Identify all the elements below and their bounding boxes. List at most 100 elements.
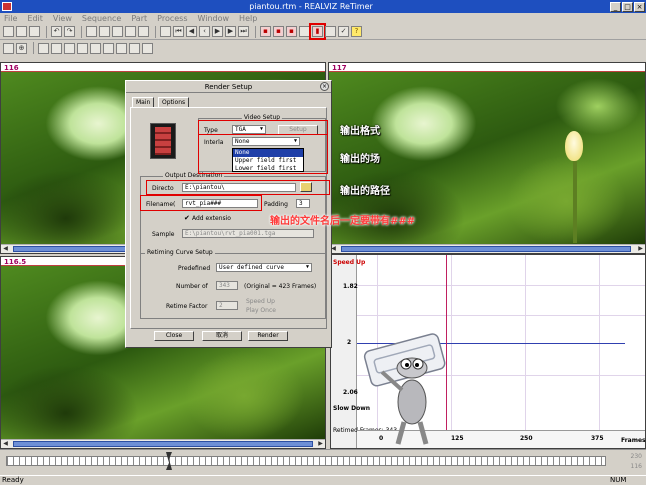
- predefined-label: Predefined: [178, 265, 211, 272]
- minimize-button[interactable]: _: [610, 1, 621, 12]
- checkmark-icon[interactable]: ✓: [338, 26, 349, 37]
- frame-bar: 117: [329, 63, 645, 72]
- frame-number: 116: [4, 64, 19, 72]
- mascot-illustration: [363, 333, 446, 445]
- scroll-thumb[interactable]: [13, 441, 313, 447]
- motion-estimate-icon[interactable]: ▪: [260, 26, 271, 37]
- x-axis-label: Frames: [621, 437, 646, 444]
- menu-window[interactable]: Window: [198, 14, 230, 23]
- x-tick: 250: [520, 435, 533, 442]
- view-d-icon[interactable]: [77, 42, 88, 54]
- single-view-icon[interactable]: [86, 26, 97, 37]
- menu-sequence[interactable]: Sequence: [82, 14, 121, 23]
- view-b-icon[interactable]: [51, 42, 62, 54]
- close-button[interactable]: Close: [154, 331, 194, 341]
- open-folder-icon[interactable]: [16, 26, 27, 37]
- table-icon[interactable]: [160, 26, 171, 37]
- prev-frame-icon[interactable]: ◀: [186, 26, 197, 37]
- batch-icon[interactable]: [325, 26, 336, 37]
- lotus-stem: [573, 158, 577, 243]
- crosshair-tool-icon[interactable]: ⊕: [16, 42, 27, 54]
- triple-view-icon[interactable]: [112, 26, 123, 37]
- play-once-option[interactable]: Play Once: [246, 307, 276, 314]
- sample-path: E:\piantou\rvt_pia001.tga: [182, 229, 314, 238]
- number-of-frames-label: Number of: [176, 283, 208, 290]
- undo-icon[interactable]: ↶: [51, 26, 62, 37]
- scroll-left-icon[interactable]: ◀: [1, 440, 10, 448]
- horizontal-scrollbar[interactable]: ◀ ▶: [329, 244, 645, 253]
- dialog-close-icon[interactable]: ×: [320, 82, 329, 91]
- speed-up-label: Speed Up: [333, 259, 366, 266]
- process-icon[interactable]: [299, 26, 310, 37]
- cancel-button[interactable]: 取消: [202, 331, 242, 341]
- sample-label: Sample: [152, 231, 175, 238]
- annotation-filename-note: 输出的文件名后一定要带有###: [270, 216, 416, 227]
- menu-edit[interactable]: Edit: [27, 14, 43, 23]
- render-button[interactable]: Render: [248, 331, 288, 341]
- dialog-title: Render Setup: [126, 81, 331, 93]
- menu-view[interactable]: View: [53, 14, 72, 23]
- directory-highlight-box: [146, 180, 330, 195]
- menu-help[interactable]: Help: [239, 14, 257, 23]
- view-f-icon[interactable]: [103, 42, 114, 54]
- toolbar-separator: [33, 42, 34, 54]
- view-g-icon[interactable]: [116, 42, 127, 54]
- add-extension-label: Add extensio: [192, 215, 231, 222]
- annotation-output-field: 输出的场: [340, 154, 380, 165]
- view-i-icon[interactable]: [142, 42, 153, 54]
- scroll-right-icon[interactable]: ▶: [316, 440, 325, 448]
- frame-number: 116.5: [4, 258, 27, 266]
- add-extension-checkbox[interactable]: ✔: [184, 214, 190, 222]
- predefined-value: User defined curve: [219, 264, 285, 271]
- maximize-button[interactable]: □: [622, 1, 633, 12]
- split-view-icon[interactable]: [99, 26, 110, 37]
- status-bar: Ready NUM: [0, 475, 646, 485]
- y-tick: 2: [347, 339, 352, 346]
- next-frame-icon[interactable]: ▶: [225, 26, 236, 37]
- menu-file[interactable]: File: [4, 14, 17, 23]
- toolbar-separator: [81, 25, 82, 38]
- step-back-icon[interactable]: ‹: [199, 26, 210, 37]
- toolbar-separator: [255, 25, 256, 38]
- timeline-ruler[interactable]: [6, 456, 606, 466]
- view-e-icon[interactable]: [90, 42, 101, 54]
- tab-main[interactable]: Main: [132, 97, 155, 107]
- close-button[interactable]: ×: [634, 1, 645, 12]
- motion-retime-icon[interactable]: ▪: [273, 26, 284, 37]
- speed-up-option[interactable]: Speed Up: [246, 298, 275, 305]
- menu-process[interactable]: Process: [157, 14, 187, 23]
- help-icon[interactable]: ?: [351, 26, 362, 37]
- save-icon[interactable]: [29, 26, 40, 37]
- predefined-select[interactable]: User defined curve ▼: [216, 263, 312, 272]
- scroll-thumb[interactable]: [341, 246, 631, 252]
- tab-options[interactable]: Options: [158, 97, 190, 107]
- timeline-top-value: 230: [630, 453, 642, 460]
- last-frame-icon[interactable]: ⏭: [238, 26, 249, 37]
- view-c-icon[interactable]: [64, 42, 75, 54]
- window-title: piantou.rtm - REALVIZ ReTimer: [249, 2, 373, 11]
- first-frame-icon[interactable]: ⏮: [173, 26, 184, 37]
- scroll-left-icon[interactable]: ◀: [1, 245, 10, 253]
- motion-vector-icon[interactable]: ▪: [286, 26, 297, 37]
- horizontal-scrollbar[interactable]: ◀ ▶: [1, 439, 325, 448]
- grid-line: [357, 285, 645, 286]
- lotus-bud: [565, 131, 583, 161]
- title-bar: piantou.rtm - REALVIZ ReTimer _ □ ×: [0, 0, 646, 13]
- quad-view-icon[interactable]: [125, 26, 136, 37]
- padding-label: Padding: [264, 201, 288, 208]
- retime-factor-label: Retime Factor: [166, 303, 208, 310]
- play-icon[interactable]: ▶: [212, 26, 223, 37]
- view-a-icon[interactable]: [38, 42, 49, 54]
- redo-icon[interactable]: ↷: [64, 26, 75, 37]
- menu-bar: File Edit View Sequence Part Process Win…: [0, 13, 646, 24]
- select-tool-icon[interactable]: [3, 42, 14, 54]
- render-setup-icon[interactable]: ▮: [309, 23, 326, 40]
- grid-view-icon[interactable]: [138, 26, 149, 37]
- scroll-right-icon[interactable]: ▶: [636, 245, 645, 253]
- view-h-icon[interactable]: [129, 42, 140, 54]
- original-frames-label: (Original = 423 Frames): [244, 283, 317, 290]
- menu-part[interactable]: Part: [131, 14, 147, 23]
- padding-input[interactable]: 3: [296, 199, 310, 208]
- new-file-icon[interactable]: [3, 26, 14, 37]
- retime-factor-input: 2: [216, 301, 238, 310]
